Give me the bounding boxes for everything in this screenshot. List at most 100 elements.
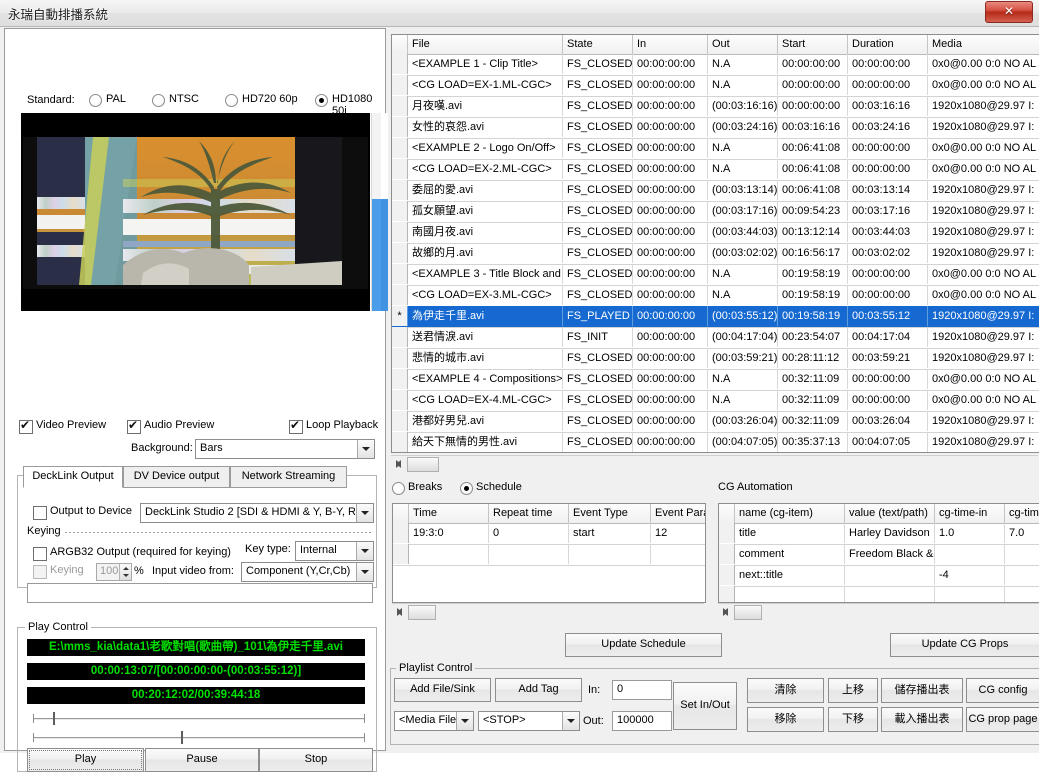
table-cell[interactable]: 00:32:11:09	[778, 369, 848, 389]
table-cell[interactable]	[935, 544, 1005, 564]
chevron-down-icon[interactable]	[562, 712, 579, 730]
chevron-down-icon[interactable]	[356, 504, 373, 522]
remove-button[interactable]: 移除	[747, 707, 824, 732]
table-cell[interactable]: 0x0@0.00 0:0 NO AL	[928, 54, 1039, 74]
table-cell[interactable]: 00:35:37:13	[778, 432, 848, 452]
column-header-file[interactable]: File	[408, 35, 563, 54]
video-scrollbar-outer-thumb[interactable]	[381, 199, 388, 311]
schedule-hscrollbar[interactable]	[392, 603, 704, 620]
table-cell[interactable]: <CG LOAD=EX-2.ML-CGC>	[408, 159, 563, 179]
table-cell[interactable]: 00:00:00:00	[633, 243, 708, 263]
chevron-down-icon[interactable]	[456, 712, 473, 730]
table-cell[interactable]: <CG LOAD=EX-4.ML-CGC>	[408, 390, 563, 410]
table-cell[interactable]: 00:19:58:19	[778, 306, 848, 326]
table-cell[interactable]: N.A	[708, 159, 778, 179]
media-file-select[interactable]: <Media File>	[394, 711, 474, 731]
table-cell[interactable]: 00:00:00:00	[848, 285, 928, 305]
table-row[interactable]: 送君情淚.avi FS_INIT 00:00:00:00 (00:04:17:04) 0…	[392, 327, 1039, 349]
table-cell[interactable]: <CG LOAD=EX-1.ML-CGC>	[408, 75, 563, 95]
table-cell[interactable]: 00:00:00:00	[633, 432, 708, 452]
table-cell[interactable]: 1920x1080@29.97 I:	[928, 306, 1039, 326]
row-marker[interactable]	[392, 96, 408, 116]
table-cell[interactable]: (00:03:26:04)	[708, 411, 778, 431]
table-cell[interactable]: 00:00:00:00	[633, 264, 708, 284]
row-marker[interactable]	[392, 117, 408, 137]
table-cell[interactable]: N.A	[708, 390, 778, 410]
out-input[interactable]: 100000	[612, 711, 672, 731]
table-cell[interactable]	[1005, 586, 1039, 602]
table-cell[interactable]: (00:03:59:21)	[708, 348, 778, 368]
update-cg-props-button[interactable]: Update CG Props	[890, 633, 1039, 657]
table-row[interactable]: <CG LOAD=EX-4.ML-CGC> FS_CLOSED 00:00:00:0…	[392, 390, 1039, 412]
table-cell[interactable]: 00:03:26:04	[848, 411, 928, 431]
table-cell[interactable]: <CG LOAD=EX-3.ML-CGC>	[408, 285, 563, 305]
table-cell[interactable]: 1920x1080@29.97 I:	[928, 201, 1039, 221]
keying-check-icon[interactable]	[33, 565, 47, 579]
table-row[interactable]: <CG LOAD=EX-2.ML-CGC> FS_CLOSED 00:00:00:0…	[392, 159, 1039, 181]
table-cell[interactable]: 故鄉的月.avi	[408, 243, 563, 263]
row-marker[interactable]	[719, 586, 735, 602]
move-down-button[interactable]: 下移	[828, 707, 878, 732]
table-cell[interactable]: 00:03:59:21	[848, 348, 928, 368]
column-header-repeat-time[interactable]: Repeat time	[489, 504, 569, 523]
table-cell[interactable]: 1920x1080@29.97 I:	[928, 348, 1039, 368]
table-row[interactable]: 南國月夜.avi FS_CLOSED 00:00:00:00 (00:03:44:03…	[392, 222, 1039, 244]
stop-button[interactable]: Stop	[259, 748, 373, 772]
table-cell[interactable]: 1920x1080@29.97 I:	[928, 243, 1039, 263]
table-cell[interactable]: 19:3:0	[409, 523, 489, 543]
table-cell[interactable]: 1920x1080@29.97 I:	[928, 432, 1039, 452]
table-cell[interactable]: 00:03:16:16	[778, 117, 848, 137]
column-header-cg-time-in[interactable]: cg-time-in	[935, 504, 1005, 523]
video-preview-check-icon[interactable]	[19, 418, 33, 434]
row-marker[interactable]	[392, 243, 408, 263]
table-cell[interactable]: <EXAMPLE 2 - Logo On/Off>	[408, 138, 563, 158]
table-row[interactable]: <EXAMPLE 2 - Logo On/Off> FS_CLOSED 00:00:…	[392, 138, 1039, 160]
clip-position-slider[interactable]	[33, 712, 365, 725]
table-cell[interactable]: 00:28:11:12	[778, 348, 848, 368]
table-cell[interactable]	[1005, 544, 1039, 564]
table-cell[interactable]: 12	[651, 523, 705, 543]
table-cell[interactable]: 00:03:17:16	[848, 201, 928, 221]
table-cell[interactable]: 00:19:58:19	[778, 285, 848, 305]
table-row[interactable]: <CG LOAD=EX-1.ML-CGC> FS_CLOSED 00:00:00:0…	[392, 75, 1039, 97]
playlist-hscroll-thumb[interactable]	[407, 457, 439, 472]
in-input[interactable]: 0	[612, 680, 672, 700]
table-cell[interactable]: FS_CLOSED	[563, 180, 633, 200]
table-row[interactable]: title Harley Davidson 1.0 7.0	[719, 523, 1039, 545]
radio-schedule[interactable]	[460, 482, 473, 495]
table-cell[interactable]: Freedom Black & '	[845, 544, 935, 564]
table-cell[interactable]: 7.0	[1005, 523, 1039, 543]
add-file-sink-button[interactable]: Add File/Sink	[394, 678, 491, 702]
play-button[interactable]: Play	[27, 748, 144, 772]
column-header-state[interactable]: State	[563, 35, 633, 54]
column-header-value-text-path[interactable]: value (text/path)	[845, 504, 935, 523]
table-row[interactable]: <EXAMPLE 1 - Clip Title> FS_CLOSED 00:00:0…	[392, 54, 1039, 76]
table-cell[interactable]: comment	[735, 544, 845, 564]
table-cell[interactable]: 00:06:41:08	[778, 180, 848, 200]
table-cell[interactable]	[845, 565, 935, 585]
table-cell[interactable]: N.A	[708, 54, 778, 74]
table-cell[interactable]: 00:00:00:00	[633, 222, 708, 242]
table-cell[interactable]: FS_INIT	[563, 327, 633, 347]
table-row[interactable]: 女性的哀怨.avi FS_CLOSED 00:00:00:00 (00:03:24:1…	[392, 117, 1039, 139]
table-cell[interactable]: 00:04:07:05	[848, 432, 928, 452]
table-cell[interactable]: FS_CLOSED	[563, 369, 633, 389]
table-cell[interactable]: 00:03:02:02	[848, 243, 928, 263]
table-cell[interactable]: FS_CLOSED	[563, 96, 633, 116]
table-cell[interactable]: 00:00:00:00	[633, 75, 708, 95]
set-in-out-button[interactable]: Set In/Out	[673, 682, 737, 730]
table-cell[interactable]: 00:00:00:00	[633, 327, 708, 347]
table-cell[interactable]	[409, 544, 489, 564]
table-cell[interactable]: 00:00:00:00	[778, 75, 848, 95]
cg-automation-table[interactable]: name (cg-item) value (text/path) cg-time-i…	[718, 503, 1039, 603]
table-cell[interactable]: N.A	[708, 285, 778, 305]
table-row[interactable]	[393, 544, 705, 566]
table-row[interactable]: 港都好男兒.avi FS_CLOSED 00:00:00:00 (00:03:26:0…	[392, 411, 1039, 433]
table-row[interactable]: <CG LOAD=EX-3.ML-CGC> FS_CLOSED 00:00:00:0…	[392, 285, 1039, 307]
stop-tag-select[interactable]: <STOP>	[478, 711, 580, 731]
table-cell[interactable]: 00:23:54:07	[778, 327, 848, 347]
table-cell[interactable]: FS_CLOSED	[563, 75, 633, 95]
table-cell[interactable]: 00:00:00:00	[633, 96, 708, 116]
table-cell[interactable]: 00:00:00:00	[633, 390, 708, 410]
table-cell[interactable]: 00:00:00:00	[848, 138, 928, 158]
